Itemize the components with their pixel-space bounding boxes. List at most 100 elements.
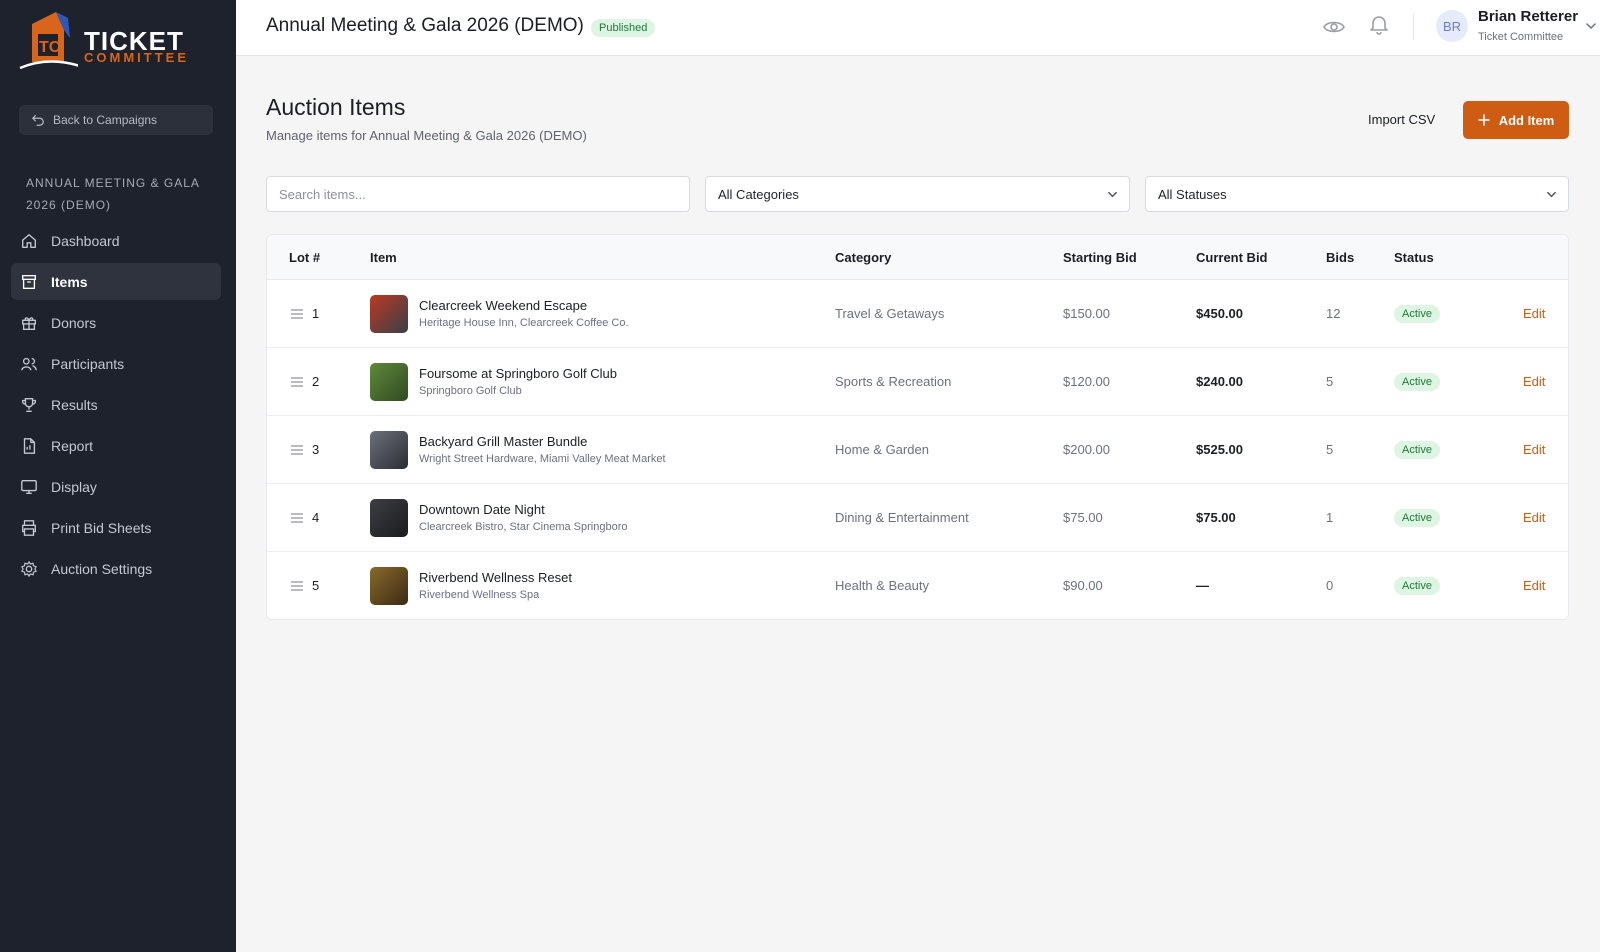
user-role: Ticket Committee bbox=[1478, 31, 1564, 43]
sidebar-item-donors[interactable]: Donors bbox=[11, 304, 221, 341]
item-category: Dining & Entertainment bbox=[835, 510, 969, 525]
bid-count: 5 bbox=[1326, 374, 1334, 389]
campaign-name: ANNUAL MEETING & GALA 2026 (DEMO) bbox=[26, 176, 200, 212]
column-header-status[interactable]: Status bbox=[1394, 250, 1434, 265]
item-donors: Heritage House Inn, Clearcreek Coffee Co… bbox=[419, 317, 629, 329]
top-header: Annual Meeting & Gala 2026 (DEMO) Publis… bbox=[236, 0, 1600, 56]
edit-link[interactable]: Edit bbox=[1523, 578, 1545, 593]
starting-bid: $75.00 bbox=[1063, 510, 1103, 525]
user-name[interactable]: Brian Retterer bbox=[1478, 8, 1578, 25]
sidebar-item-display[interactable]: Display bbox=[11, 468, 221, 505]
table-row[interactable]: 3 Backyard Grill Master Bundle Wright Stre… bbox=[267, 416, 1568, 484]
column-header-item[interactable]: Item bbox=[370, 250, 397, 265]
item-category: Travel & Getaways bbox=[835, 306, 945, 321]
column-header-category[interactable]: Category bbox=[835, 250, 891, 265]
chevron-down-icon[interactable] bbox=[1584, 19, 1598, 33]
users-icon bbox=[21, 357, 37, 370]
bid-count: 1 bbox=[1326, 510, 1334, 525]
starting-bid: $150.00 bbox=[1063, 306, 1110, 321]
undo-arrow-icon bbox=[32, 115, 44, 126]
bid-count: 12 bbox=[1326, 306, 1341, 321]
status-badge: Active bbox=[1394, 373, 1440, 391]
bell-icon[interactable] bbox=[1367, 12, 1391, 36]
column-header-bids[interactable]: Bids bbox=[1326, 250, 1354, 265]
page-title: Auction Items bbox=[266, 94, 406, 120]
item-thumbnail bbox=[370, 295, 408, 333]
status-select-value: All Statuses bbox=[1158, 186, 1227, 202]
back-to-campaigns-button[interactable]: Back to Campaigns bbox=[19, 105, 213, 135]
table-header: Lot # Item Category Starting Bid Current… bbox=[267, 235, 1568, 280]
sidebar-nav: Dashboard Items Donors Participants Resu… bbox=[11, 222, 221, 591]
header-divider bbox=[1413, 14, 1414, 40]
gear-icon bbox=[21, 560, 37, 577]
table-row[interactable]: 5 Riverbend Wellness Reset Riverbend Welln… bbox=[267, 552, 1568, 619]
sidebar-item-label: Results bbox=[51, 396, 98, 413]
edit-link[interactable]: Edit bbox=[1523, 374, 1545, 389]
ticket-committee-logo[interactable]: TC TICKET COMMITTEE bbox=[18, 10, 188, 74]
lot-number: 2 bbox=[312, 374, 320, 389]
search-placeholder: Search items... bbox=[279, 186, 366, 202]
bid-count: 5 bbox=[1326, 442, 1334, 457]
column-header-lot[interactable]: Lot # bbox=[289, 250, 320, 265]
status-badge: Active bbox=[1394, 441, 1440, 459]
sidebar-item-label: Dashboard bbox=[51, 232, 120, 249]
trophy-icon bbox=[21, 397, 37, 412]
archive-icon bbox=[22, 274, 36, 289]
sidebar-item-print-bid-sheets[interactable]: Print Bid Sheets bbox=[11, 509, 221, 546]
search-input[interactable]: Search items... bbox=[266, 176, 690, 212]
bid-count: 0 bbox=[1326, 578, 1334, 593]
monitor-icon bbox=[21, 479, 37, 494]
table-row[interactable]: 1 Clearcreek Weekend Escape Heritage House… bbox=[267, 280, 1568, 348]
column-header-starting-bid[interactable]: Starting Bid bbox=[1063, 250, 1137, 265]
edit-link[interactable]: Edit bbox=[1523, 306, 1545, 321]
sidebar-item-dashboard[interactable]: Dashboard bbox=[11, 222, 221, 259]
item-donors: Riverbend Wellness Spa bbox=[419, 589, 540, 601]
eye-icon[interactable] bbox=[1322, 15, 1346, 39]
category-select-value: All Categories bbox=[718, 186, 799, 202]
item-thumbnail bbox=[370, 363, 408, 401]
current-bid: $450.00 bbox=[1196, 306, 1243, 321]
avatar[interactable]: BR bbox=[1436, 10, 1468, 42]
category-select[interactable]: All Categories bbox=[705, 176, 1130, 212]
lot-number: 4 bbox=[312, 510, 320, 525]
item-category: Sports & Recreation bbox=[835, 374, 952, 389]
item-name[interactable]: Backyard Grill Master Bundle bbox=[419, 434, 587, 449]
item-category: Health & Beauty bbox=[835, 578, 929, 593]
status-select[interactable]: All Statuses bbox=[1145, 176, 1569, 212]
table-row[interactable]: 4 Downtown Date Night Clearcreek Bistro, S… bbox=[267, 484, 1568, 552]
sidebar: TC TICKET COMMITTEE Back to Campaigns AN… bbox=[0, 0, 236, 952]
sidebar-item-participants[interactable]: Participants bbox=[11, 345, 221, 382]
drag-handle-icon[interactable] bbox=[291, 309, 303, 319]
starting-bid: $200.00 bbox=[1063, 442, 1110, 457]
import-csv-button[interactable]: Import CSV bbox=[1362, 108, 1441, 131]
add-item-button[interactable]: Add Item bbox=[1463, 101, 1569, 139]
item-name[interactable]: Clearcreek Weekend Escape bbox=[419, 298, 587, 313]
item-name[interactable]: Foursome at Springboro Golf Club bbox=[419, 366, 617, 381]
current-bid: $75.00 bbox=[1196, 510, 1236, 525]
starting-bid: $120.00 bbox=[1063, 374, 1110, 389]
item-name[interactable]: Riverbend Wellness Reset bbox=[419, 570, 572, 585]
plus-icon bbox=[1477, 114, 1490, 126]
lot-number: 3 bbox=[312, 442, 320, 457]
item-thumbnail bbox=[370, 431, 408, 469]
sidebar-item-label: Items bbox=[51, 273, 88, 290]
item-category: Home & Garden bbox=[835, 442, 929, 457]
column-header-current-bid[interactable]: Current Bid bbox=[1196, 250, 1268, 265]
drag-handle-icon[interactable] bbox=[291, 581, 303, 591]
item-name[interactable]: Downtown Date Night bbox=[419, 502, 545, 517]
drag-handle-icon[interactable] bbox=[291, 513, 303, 523]
edit-link[interactable]: Edit bbox=[1523, 442, 1545, 457]
back-to-campaigns-label: Back to Campaigns bbox=[53, 113, 158, 127]
drag-handle-icon[interactable] bbox=[291, 377, 303, 387]
edit-link[interactable]: Edit bbox=[1523, 510, 1545, 525]
lot-number: 5 bbox=[312, 578, 320, 593]
drag-handle-icon[interactable] bbox=[291, 445, 303, 455]
table-row[interactable]: 2 Foursome at Springboro Golf Club Springb… bbox=[267, 348, 1568, 416]
sidebar-item-items[interactable]: Items bbox=[11, 263, 221, 300]
sidebar-item-auction-settings[interactable]: Auction Settings bbox=[11, 550, 221, 587]
current-bid: $240.00 bbox=[1196, 374, 1243, 389]
page-subtitle: Manage items for Annual Meeting & Gala 2… bbox=[266, 128, 587, 143]
sidebar-item-report[interactable]: Report bbox=[11, 427, 221, 464]
item-donors: Wright Street Hardware, Miami Valley Mea… bbox=[419, 453, 666, 465]
sidebar-item-results[interactable]: Results bbox=[11, 386, 221, 423]
